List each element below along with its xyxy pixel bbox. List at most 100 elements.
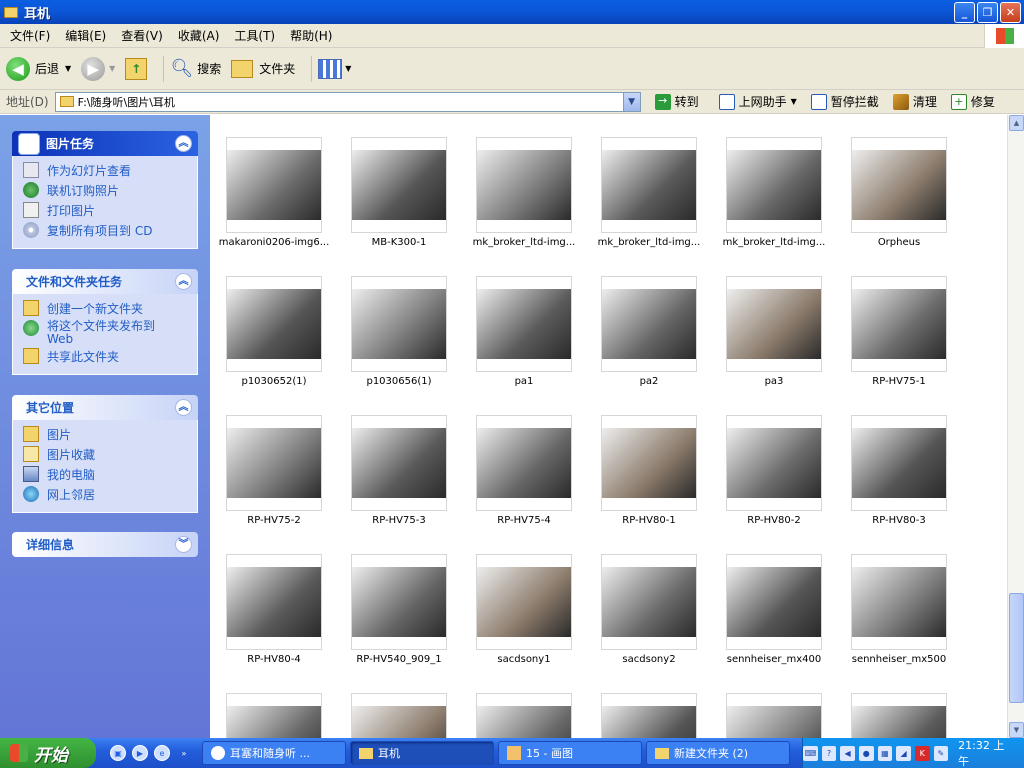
- media-player-icon[interactable]: ▶: [132, 745, 148, 761]
- file-thumbnail[interactable]: [726, 137, 822, 233]
- file-thumbnail[interactable]: [351, 693, 447, 738]
- file-thumbnail[interactable]: [726, 554, 822, 650]
- antivirus-icon[interactable]: K: [914, 745, 930, 761]
- clean-button[interactable]: 清理: [892, 93, 937, 110]
- file-thumbnail[interactable]: [851, 276, 947, 372]
- file-thumbnail[interactable]: [601, 276, 697, 372]
- task-earphones-folder[interactable]: 耳机: [350, 741, 494, 765]
- file-thumbnail[interactable]: [601, 137, 697, 233]
- network-places-link[interactable]: 网上邻居: [23, 486, 197, 506]
- file-thumbnail[interactable]: [851, 693, 947, 738]
- file-thumbnail[interactable]: [226, 554, 322, 650]
- file-thumbnail[interactable]: [226, 415, 322, 511]
- desktop-icon[interactable]: ▣: [110, 745, 126, 761]
- share-folder-link[interactable]: 共享此文件夹: [23, 348, 197, 368]
- chevron-down-icon[interactable]: ▼: [791, 97, 797, 106]
- ie-icon[interactable]: e: [154, 745, 170, 761]
- print-pictures-link[interactable]: 打印图片: [23, 202, 197, 222]
- title-bar[interactable]: 耳机 _ ❐ ✕: [0, 0, 1024, 24]
- chevron-down-icon[interactable]: ▼: [109, 64, 115, 73]
- folders-button[interactable]: 文件夹: [231, 59, 295, 78]
- file-thumbnail[interactable]: [226, 693, 322, 738]
- file-name-label[interactable]: pa1: [462, 376, 586, 387]
- collapse-chevron-icon[interactable]: ︽: [175, 399, 192, 416]
- file-thumbnail[interactable]: [476, 415, 572, 511]
- menu-edit[interactable]: 编辑(E): [65, 27, 106, 44]
- file-name-label[interactable]: Orpheus: [837, 237, 961, 248]
- repair-button[interactable]: + 修复: [950, 93, 995, 110]
- file-name-label[interactable]: pa3: [712, 376, 836, 387]
- file-name-label[interactable]: mk_broker_ltd-img...: [587, 237, 711, 248]
- slideshow-link[interactable]: 作为幻灯片查看: [23, 162, 197, 182]
- order-prints-link[interactable]: 联机订购照片: [23, 182, 197, 202]
- panel-header[interactable]: 图片任务 ︽: [12, 131, 198, 156]
- task-earphones-player[interactable]: 耳塞和随身听 ...: [202, 741, 346, 765]
- file-thumbnail[interactable]: [351, 276, 447, 372]
- chevron-down-icon[interactable]: ▼: [65, 64, 71, 73]
- address-input[interactable]: F:\随身听\图片\耳机 ▼: [54, 91, 641, 112]
- file-name-label[interactable]: makaroni0206-img6...: [212, 237, 336, 248]
- forward-button[interactable]: ▶ ▼: [81, 56, 115, 81]
- messenger-icon[interactable]: ●: [858, 745, 874, 761]
- up-folder-button[interactable]: ↑: [125, 57, 148, 80]
- file-name-label[interactable]: RP-HV540_909_1: [337, 654, 461, 665]
- minimize-button[interactable]: _: [954, 2, 975, 23]
- go-button[interactable]: → 转到: [654, 93, 699, 110]
- menu-file[interactable]: 文件(F): [10, 27, 50, 44]
- file-thumbnail[interactable]: [476, 137, 572, 233]
- task-new-folder[interactable]: 新建文件夹 (2): [646, 741, 790, 765]
- file-thumbnail[interactable]: [476, 554, 572, 650]
- menu-help[interactable]: 帮助(H): [290, 27, 332, 44]
- menu-tools[interactable]: 工具(T): [234, 27, 275, 44]
- file-thumbnail[interactable]: [476, 693, 572, 738]
- file-name-label[interactable]: p1030652(1): [212, 376, 336, 387]
- file-thumbnail[interactable]: [601, 415, 697, 511]
- file-thumbnail[interactable]: [351, 554, 447, 650]
- menu-favorites[interactable]: 收藏(A): [178, 27, 220, 44]
- more-chevron-icon[interactable]: »: [176, 745, 192, 761]
- menu-view[interactable]: 查看(V): [121, 27, 163, 44]
- help-icon[interactable]: ?: [821, 745, 837, 761]
- file-thumbnail[interactable]: [601, 693, 697, 738]
- scroll-up-button[interactable]: ▲: [1009, 115, 1024, 131]
- file-name-label[interactable]: RP-HV80-1: [587, 515, 711, 526]
- file-name-label[interactable]: sennheiser_mx500: [837, 654, 961, 665]
- vertical-scrollbar[interactable]: ▲ ▼: [1007, 115, 1024, 738]
- file-thumbnail[interactable]: [851, 554, 947, 650]
- expand-chevron-icon[interactable]: ︾: [175, 536, 192, 553]
- task-paint[interactable]: 15 - 画图: [498, 741, 642, 765]
- copy-to-cd-link[interactable]: 复制所有项目到 CD: [23, 222, 197, 242]
- file-name-label[interactable]: sacdsony2: [587, 654, 711, 665]
- pen-icon[interactable]: ✎: [933, 745, 949, 761]
- search-button[interactable]: 🔍︎ 搜索: [170, 58, 221, 79]
- file-thumbnail[interactable]: [226, 137, 322, 233]
- file-name-label[interactable]: RP-HV75-2: [212, 515, 336, 526]
- address-dropdown-button[interactable]: ▼: [622, 92, 640, 111]
- back-icon[interactable]: ◀: [840, 745, 855, 761]
- file-name-label[interactable]: RP-HV80-2: [712, 515, 836, 526]
- file-name-label[interactable]: pa2: [587, 376, 711, 387]
- publish-web-link[interactable]: 将这个文件夹发布到 Web: [23, 320, 197, 348]
- views-button[interactable]: ▼: [318, 58, 351, 79]
- my-computer-link[interactable]: 我的电脑: [23, 466, 197, 486]
- web-assistant-button[interactable]: 上网助手 ▼: [718, 93, 797, 110]
- new-folder-link[interactable]: 创建一个新文件夹: [23, 300, 197, 320]
- file-name-label[interactable]: p1030656(1): [337, 376, 461, 387]
- close-button[interactable]: ✕: [1000, 2, 1021, 23]
- file-thumbnail[interactable]: [726, 415, 822, 511]
- volume-icon[interactable]: ◢: [896, 745, 911, 761]
- file-thumbnail[interactable]: [851, 415, 947, 511]
- back-button[interactable]: ◀ 后退 ▼: [6, 56, 71, 81]
- scroll-thumb[interactable]: [1009, 593, 1024, 703]
- file-thumbnail[interactable]: [851, 137, 947, 233]
- file-name-label[interactable]: mk_broker_ltd-img...: [462, 237, 586, 248]
- file-name-label[interactable]: mk_broker_ltd-img...: [712, 237, 836, 248]
- file-name-label[interactable]: sennheiser_mx400: [712, 654, 836, 665]
- file-thumbnail[interactable]: [476, 276, 572, 372]
- panel-header[interactable]: 文件和文件夹任务 ︽: [12, 269, 198, 294]
- file-thumbnail[interactable]: [351, 415, 447, 511]
- chevron-down-icon[interactable]: ▼: [345, 64, 351, 73]
- collapse-chevron-icon[interactable]: ︽: [175, 273, 192, 290]
- panel-header[interactable]: 其它位置 ︽: [12, 395, 198, 420]
- file-name-label[interactable]: MB-K300-1: [337, 237, 461, 248]
